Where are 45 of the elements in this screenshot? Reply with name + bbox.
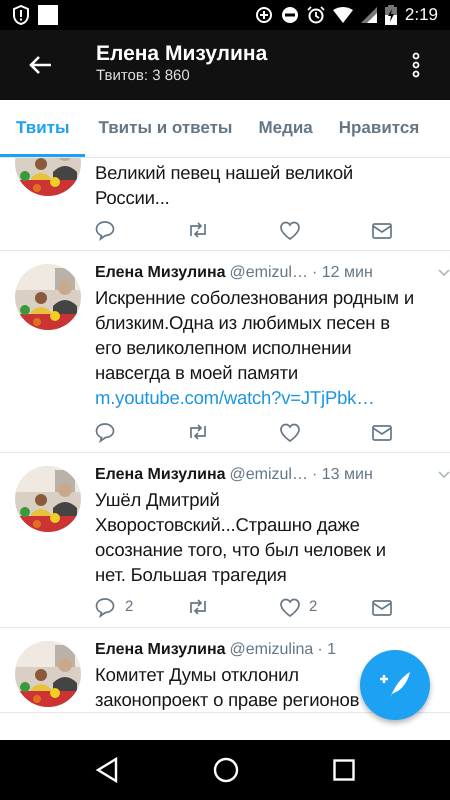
- tweet-text: Ушёл Дмитрий Хворостовский...Страшно даже осознание того, что был человек и нет. Большая трагедия: [95, 488, 387, 587]
- home-icon[interactable]: [213, 757, 239, 783]
- reply-icon[interactable]: [95, 220, 117, 240]
- tab[interactable]: Твиты и ответы: [85, 101, 246, 157]
- retweet-icon[interactable]: [187, 422, 209, 442]
- tweet-count: Твитов: 3 860: [96, 66, 191, 86]
- recents-icon[interactable]: [333, 759, 355, 781]
- shield-alert-icon: [12, 5, 30, 25]
- more-icon: [412, 52, 420, 78]
- author-name: Елена Мизулина: [95, 263, 226, 283]
- wifi-icon: [332, 7, 353, 23]
- like-icon[interactable]: [279, 422, 301, 442]
- tab[interactable]: Медиа: [245, 101, 326, 157]
- tweet-link[interactable]: m.youtube.com/watch?v=JTjPbk…: [95, 385, 375, 410]
- author-name: Елена Мизулина: [95, 465, 226, 485]
- tweet-time: · 12 мин: [312, 263, 374, 283]
- retweet-icon[interactable]: [187, 596, 209, 618]
- data-saver-icon: [254, 6, 273, 24]
- user-handle: @emizulina: [230, 640, 314, 660]
- do-not-disturb-icon: [280, 6, 299, 24]
- signal-icon: [360, 7, 377, 23]
- tweet-text: Комитет Думы отклонил законопроект о праве регионов: [95, 663, 360, 712]
- author-name: Елена Мизулина: [95, 640, 226, 660]
- retweet-icon[interactable]: [187, 220, 209, 240]
- tweet-time: · 13 мин: [312, 465, 374, 485]
- notification-icon: [38, 5, 58, 25]
- tweet-text: Великий певец нашей великой России...: [95, 161, 354, 210]
- like-icon[interactable]: [279, 220, 301, 240]
- compose-button[interactable]: [360, 650, 430, 720]
- alarm-icon: [306, 6, 325, 24]
- like-icon[interactable]: [279, 596, 301, 618]
- like-count: 2: [309, 596, 318, 617]
- tweet-text: Искренние соболезнования родным и близким.Одна из любимых песен в его великолепном исполнении навсегда в моей памяти: [95, 286, 415, 385]
- user-handle: @emizul…: [230, 465, 308, 485]
- back-icon[interactable]: [95, 757, 119, 783]
- user-handle: @emizul…: [230, 263, 308, 283]
- battery-icon: [384, 5, 397, 25]
- tab[interactable]: Нравится: [326, 101, 432, 157]
- reply-icon[interactable]: [95, 596, 117, 618]
- tweet-time: · 1: [317, 640, 337, 660]
- profile-name: Елена Мизулина: [96, 42, 268, 66]
- reply-count: 2: [125, 596, 134, 617]
- status-time: 2:19: [404, 4, 438, 26]
- back-arrow-icon: [28, 55, 52, 75]
- reply-icon[interactable]: [95, 422, 117, 442]
